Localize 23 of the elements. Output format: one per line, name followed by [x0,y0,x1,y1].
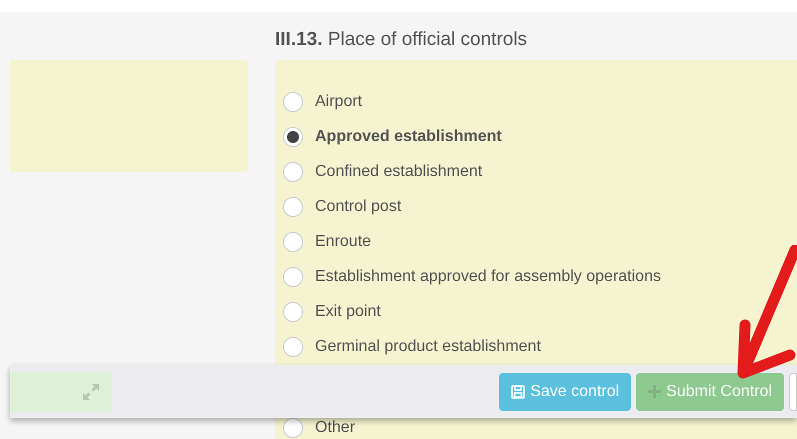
radio-option[interactable]: Germinal product establishment [283,334,545,360]
radio-button[interactable] [283,92,303,112]
save-icon [511,384,526,398]
radio-button[interactable] [283,127,303,147]
plus-icon [648,385,662,398]
radio-button[interactable] [283,418,303,438]
radio-option[interactable]: Airport [283,89,366,115]
expand-icon[interactable] [82,382,100,400]
radio-option[interactable]: Other [283,415,360,439]
radio-option[interactable]: Exit point [283,299,385,325]
radio-option[interactable]: Enroute [283,229,376,255]
radio-button[interactable] [283,197,303,217]
radio-option[interactable]: Control post [283,194,406,220]
radio-button[interactable] [283,267,303,287]
radio-button[interactable] [283,232,303,252]
radio-button[interactable] [283,162,303,182]
radio-option[interactable]: Approved establishment [283,124,506,150]
radio-button[interactable] [283,337,303,357]
radio-option[interactable]: Establishment approved for assembly operations [283,264,665,290]
section-title: III.13. Place of official controls [275,28,528,52]
cut-off-button[interactable] [789,372,797,410]
radio-option[interactable]: Confined establishment [283,159,486,185]
radio-button[interactable] [283,302,303,322]
